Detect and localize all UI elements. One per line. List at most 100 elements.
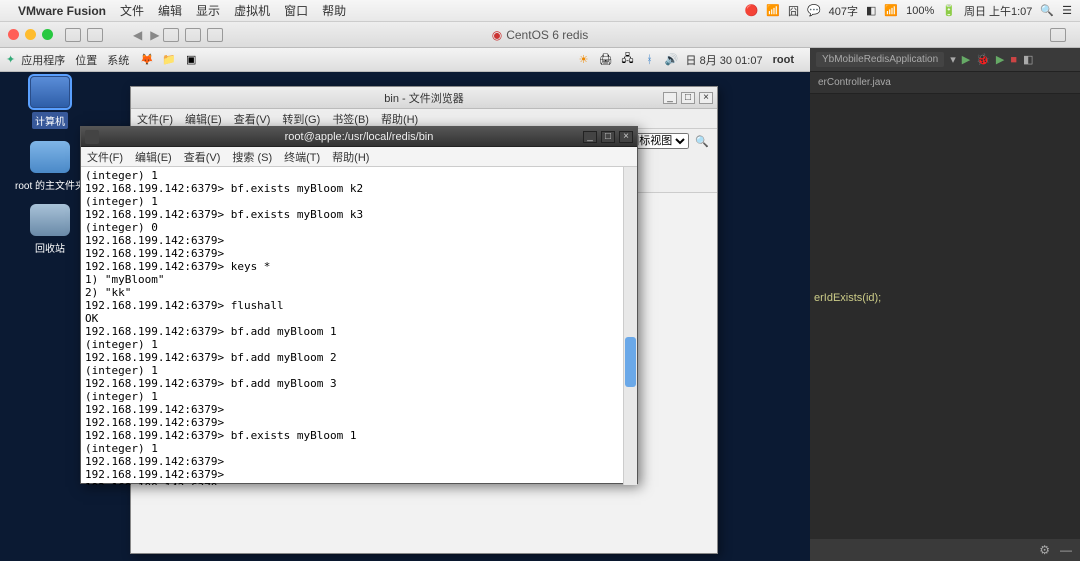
status-battery: 100%: [906, 5, 934, 17]
code-editor[interactable]: erIdExists(id);: [810, 94, 1080, 312]
commit-icon[interactable]: ◧: [1023, 53, 1033, 66]
minimize-button[interactable]: [25, 29, 36, 40]
stop-icon[interactable]: ■: [1010, 54, 1017, 66]
toolbar-icon[interactable]: [163, 28, 179, 42]
network-icon[interactable]: 🖧: [620, 52, 636, 68]
fb-menu-bookmarks[interactable]: 书签(B): [332, 111, 369, 127]
notification-icon[interactable]: ☰: [1062, 4, 1072, 17]
nav-forward-icon[interactable]: ▶: [150, 28, 159, 42]
run-icon[interactable]: ▶: [962, 53, 970, 66]
ide-panel: YbMobileRedisApplication ▾ ▶ 🐞 ▶ ■ ◧ erC…: [810, 48, 1080, 561]
desktop-icons: 计算机 root 的主文件夹 回收站: [10, 76, 90, 267]
term-menu-file[interactable]: 文件(F): [87, 149, 123, 165]
term-menu-view[interactable]: 查看(V): [184, 149, 221, 165]
toolbar-icon[interactable]: [87, 28, 103, 42]
maximize-button[interactable]: [42, 29, 53, 40]
ide-toolbar: YbMobileRedisApplication ▾ ▶ 🐞 ▶ ■ ◧: [810, 48, 1080, 72]
gnome-clock[interactable]: 日 8月 30 01:07: [686, 52, 763, 68]
file-browser-titlebar[interactable]: bin - 文件浏览器 _ □ ×: [131, 87, 717, 109]
term-menu-help[interactable]: 帮助(H): [332, 149, 369, 165]
terminal-titlebar[interactable]: root@apple:/usr/local/redis/bin _ □ ×: [81, 127, 637, 147]
icon-label: 回收站: [35, 240, 65, 255]
toolbar-icon[interactable]: [1050, 28, 1066, 42]
window-controls: [8, 29, 53, 40]
minimize-icon[interactable]: _: [663, 92, 677, 104]
status-text: 407字: [829, 3, 858, 19]
toolbar-icon[interactable]: [207, 28, 223, 42]
nav-back-icon[interactable]: ◀: [133, 28, 142, 42]
scrollbar-thumb[interactable]: [625, 337, 636, 387]
gnome-system[interactable]: 系统: [107, 52, 129, 68]
minimize-icon[interactable]: _: [583, 131, 597, 143]
maximize-icon[interactable]: □: [601, 131, 615, 143]
guest-desktop: ✦ 应用程序 位置 系统 🦊 📁 ▣ ☀ 🖨 🖧 ᚼ 🔊 日 8月 30 01:…: [0, 48, 810, 561]
term-menu-terminal[interactable]: 终端(T): [284, 149, 320, 165]
toolbar-icon[interactable]: [65, 28, 81, 42]
chevron-down-icon[interactable]: ▾: [950, 53, 956, 66]
desktop-home-icon[interactable]: root 的主文件夹: [10, 141, 90, 192]
close-icon[interactable]: ×: [619, 131, 633, 143]
update-icon[interactable]: ☀: [576, 52, 592, 68]
code-line: erIdExists(id);: [814, 292, 881, 304]
ide-tabs: erController.java: [810, 72, 1080, 94]
menu-file[interactable]: 文件: [120, 2, 144, 19]
terminal-scrollbar[interactable]: [623, 167, 637, 485]
status-clock[interactable]: 周日 上午1:07: [964, 3, 1032, 19]
close-button[interactable]: [8, 29, 19, 40]
status-indicator-icon[interactable]: 🔴: [745, 4, 759, 17]
fb-menu-help[interactable]: 帮助(H): [381, 111, 418, 127]
zoom-icon[interactable]: 🔍: [695, 135, 709, 148]
terminal-window: root@apple:/usr/local/redis/bin _ □ × 文件…: [80, 126, 638, 484]
gnome-applications[interactable]: 应用程序: [21, 52, 65, 68]
term-menu-edit[interactable]: 编辑(E): [135, 149, 172, 165]
status-wechat-icon[interactable]: 💬: [807, 4, 821, 17]
terminal-title: root@apple:/usr/local/redis/bin: [285, 131, 434, 143]
debug-icon[interactable]: 🐞: [976, 53, 990, 66]
desktop-computer-icon[interactable]: 计算机: [10, 76, 90, 129]
fb-menu-go[interactable]: 转到(G): [282, 111, 320, 127]
dash-icon[interactable]: —: [1060, 543, 1072, 557]
menu-window[interactable]: 窗口: [284, 2, 308, 19]
menu-view[interactable]: 显示: [196, 2, 220, 19]
gnome-user[interactable]: root: [773, 54, 794, 66]
gear-icon[interactable]: ⚙: [1039, 543, 1050, 557]
run-config-select[interactable]: YbMobileRedisApplication: [816, 52, 944, 67]
centos-logo-icon[interactable]: ✦: [6, 53, 15, 66]
editor-tab[interactable]: erController.java: [818, 77, 891, 88]
volume-icon[interactable]: 🔊: [664, 52, 680, 68]
fb-menu-edit[interactable]: 编辑(E): [185, 111, 222, 127]
desktop-trash-icon[interactable]: 回收站: [10, 204, 90, 255]
status-wifi-icon[interactable]: 📶: [884, 4, 898, 17]
terminal-icon: [85, 130, 99, 144]
terminal-content[interactable]: (integer) 1 192.168.199.142:6379> bf.exi…: [81, 167, 623, 485]
status-network-icon[interactable]: 📶: [766, 4, 780, 17]
printer-icon[interactable]: 🖨: [598, 52, 614, 68]
menu-help[interactable]: 帮助: [322, 2, 346, 19]
spotlight-icon[interactable]: 🔍: [1040, 4, 1054, 17]
close-icon[interactable]: ×: [699, 92, 713, 104]
file-browser-title: bin - 文件浏览器: [384, 90, 463, 106]
gnome-panel: ✦ 应用程序 位置 系统 🦊 📁 ▣ ☀ 🖨 🖧 ᚼ 🔊 日 8月 30 01:…: [0, 48, 810, 72]
toolbar-icon[interactable]: [185, 28, 201, 42]
file-manager-icon[interactable]: 📁: [161, 52, 177, 68]
firefox-icon[interactable]: 🦊: [139, 52, 155, 68]
terminal-menubar: 文件(F) 编辑(E) 查看(V) 搜索 (S) 终端(T) 帮助(H): [81, 147, 637, 167]
icon-label: 计算机: [32, 112, 68, 129]
run-dash-icon[interactable]: ▶: [996, 53, 1004, 66]
app-name[interactable]: VMware Fusion: [18, 4, 106, 18]
vmware-titlebar: ◀ ▶ ◉CentOS 6 redis: [0, 22, 1080, 48]
term-menu-search[interactable]: 搜索 (S): [232, 149, 272, 165]
terminal-launcher-icon[interactable]: ▣: [183, 52, 199, 68]
macos-menubar: VMware Fusion 文件 编辑 显示 虚拟机 窗口 帮助 🔴 📶 囧 💬…: [0, 0, 1080, 22]
maximize-icon[interactable]: □: [681, 92, 695, 104]
ide-statusbar: ⚙ —: [810, 539, 1080, 561]
fb-menu-file[interactable]: 文件(F): [137, 111, 173, 127]
fb-menu-view[interactable]: 查看(V): [234, 111, 271, 127]
menu-edit[interactable]: 编辑: [158, 2, 182, 19]
status-icon[interactable]: ◧: [866, 4, 876, 17]
status-input-icon[interactable]: 囧: [788, 3, 799, 19]
menu-vm[interactable]: 虚拟机: [234, 2, 270, 19]
gnome-places[interactable]: 位置: [75, 52, 97, 68]
status-battery-icon[interactable]: 🔋: [942, 4, 956, 17]
bluetooth-icon[interactable]: ᚼ: [642, 52, 658, 68]
